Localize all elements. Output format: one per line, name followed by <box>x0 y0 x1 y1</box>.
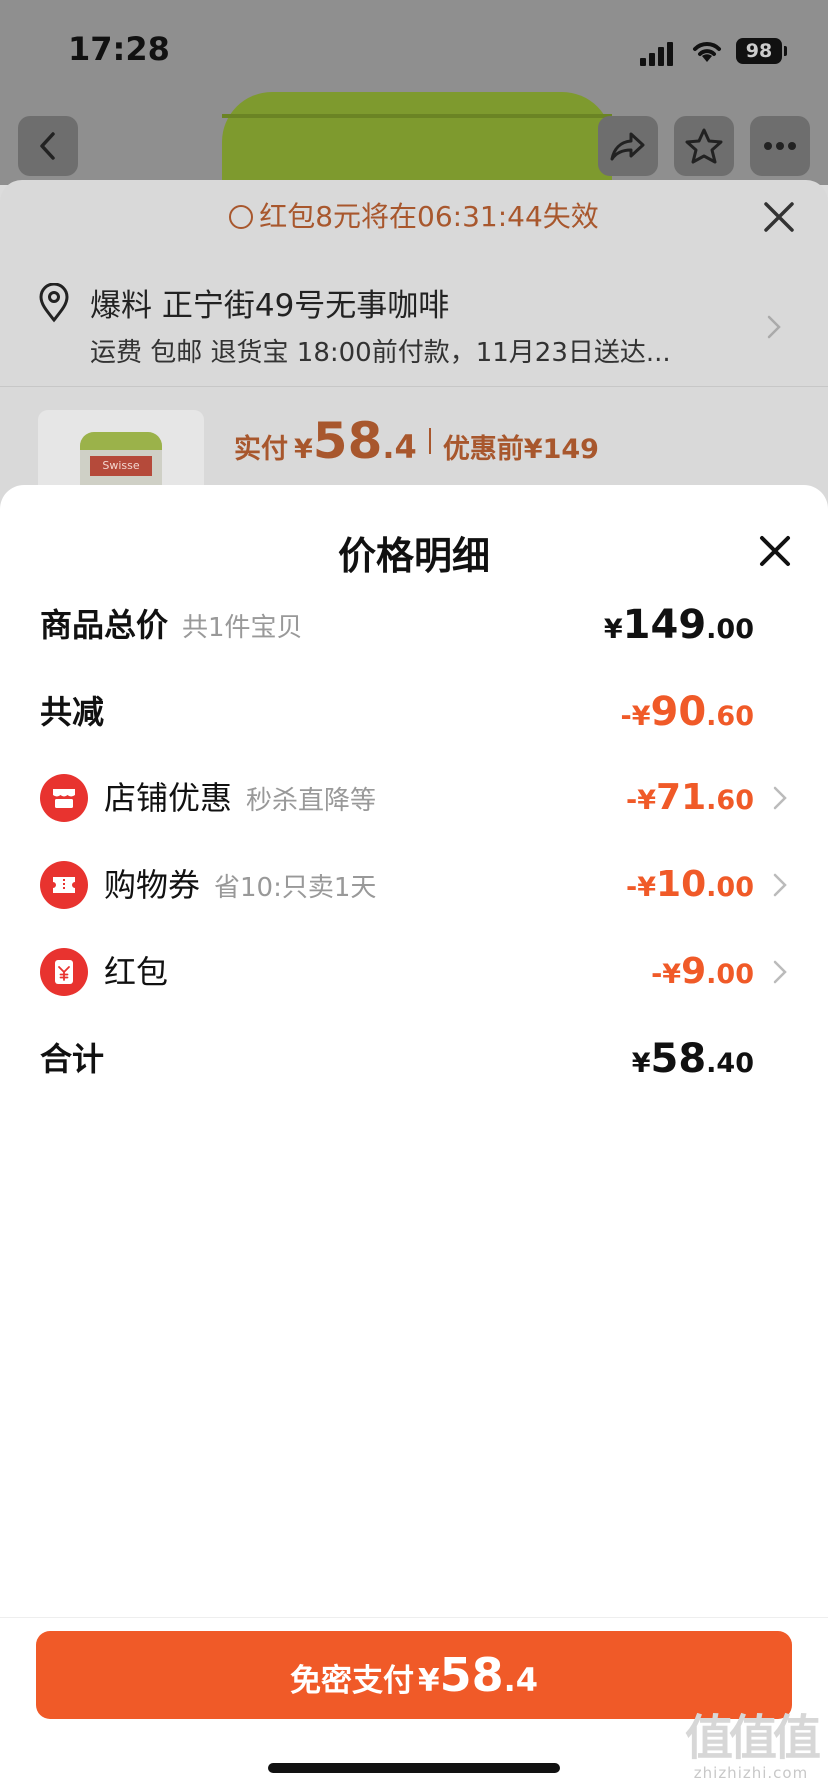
product-brand-label: Swisse <box>90 456 152 476</box>
share-button[interactable] <box>598 116 658 176</box>
more-button[interactable] <box>750 116 810 176</box>
amount-yen: -¥ <box>620 701 651 732</box>
red-packet-icon <box>40 948 88 996</box>
amount-yen: ¥ <box>603 614 623 645</box>
total-reduction-row: 共减 -¥90.60 <box>0 677 828 747</box>
pay-button-label: 免密支付 <box>289 1663 414 1699</box>
wifi-icon <box>693 42 721 62</box>
coupon-label: 购物券 <box>104 866 201 904</box>
amount-dec: .60 <box>706 785 754 816</box>
chevron-right-icon <box>773 786 787 810</box>
delivery-address[interactable]: 爆料 正宁街49号无事咖啡 <box>90 280 449 325</box>
coupon-row[interactable]: 购物券 省10:只卖1天 -¥10.00 <box>0 850 828 920</box>
price-int: 58 <box>312 412 383 470</box>
amount-yen: -¥ <box>626 785 657 816</box>
goods-count: 共1件宝贝 <box>182 613 303 643</box>
amount-dec: .00 <box>706 614 754 645</box>
red-packet-label: 红包 <box>104 953 169 991</box>
close-icon[interactable] <box>757 533 793 569</box>
coupon-sub: 省10:只卖1天 <box>214 873 377 903</box>
more-dots-icon <box>764 142 796 150</box>
actual-price: 实付 ¥58.4 优惠前¥149 <box>234 412 599 470</box>
shop-discount-label-wrap: 店铺优惠 秒杀直降等 <box>104 763 376 833</box>
amount-int: 149 <box>622 602 707 648</box>
amount-yen: -¥ <box>651 959 682 990</box>
coupon-icon <box>40 861 88 909</box>
grand-total-amount: ¥58.40 <box>632 1024 754 1094</box>
shipping-info: 运费 包邮 退货宝 18:00前付款，11月23日送达... <box>90 338 671 368</box>
grand-total-label: 合计 <box>40 1040 105 1078</box>
watermark: 值值值 zhizhizhi.com <box>678 1712 824 1782</box>
status-bar: 17:28 98 <box>0 0 828 100</box>
status-time: 17:28 <box>68 30 170 68</box>
amount-int: 10 <box>656 864 707 905</box>
amount-dec: .00 <box>706 959 754 990</box>
chevron-right-icon <box>773 960 787 984</box>
shop-discount-sub: 秒杀直降等 <box>246 786 377 816</box>
background-order-page: 17:28 98 红包8元将在06:31:44失效 爆料 正宁街49号无事咖啡 … <box>0 0 828 520</box>
actual-price-label: 实付 <box>234 434 288 465</box>
shop-discount-label: 店铺优惠 <box>104 779 233 817</box>
chevron-left-icon <box>40 132 55 160</box>
share-icon <box>610 132 645 161</box>
coupon-amount: -¥10.00 <box>626 850 754 920</box>
watermark-logo: 值值值 <box>684 1710 821 1766</box>
password-free-pay-button[interactable]: 免密支付 ¥58.4 <box>36 1631 792 1719</box>
chevron-right-icon <box>767 315 781 339</box>
red-packet-label-wrap: 红包 <box>104 937 182 1007</box>
amount-yen: ¥ <box>631 1048 651 1079</box>
price-dec: .4 <box>382 428 417 466</box>
timer-text: 红包8元将在06:31:44失效 <box>259 200 599 233</box>
shop-discount-row[interactable]: 店铺优惠 秒杀直降等 -¥71.60 <box>0 763 828 833</box>
grand-total-row: 合计 ¥58.40 <box>0 1024 828 1094</box>
amount-dec: .60 <box>706 701 754 732</box>
star-icon <box>685 128 723 164</box>
shop-icon <box>40 774 88 822</box>
price-yen: ¥ <box>294 434 313 465</box>
battery-icon: 98 <box>736 38 787 64</box>
bottle-cap-image <box>80 432 162 450</box>
shop-discount-amount: -¥71.60 <box>626 763 754 833</box>
pay-dec: .4 <box>503 1661 538 1699</box>
sheet-title: 价格明细 <box>337 534 490 578</box>
red-packet-timer: 红包8元将在06:31:44失效 <box>0 195 828 235</box>
goods-total-amount: ¥149.00 <box>604 590 754 660</box>
close-icon[interactable] <box>760 198 798 236</box>
price-detail-sheet: 价格明细 商品总价 共1件宝贝 ¥149.00 共减 -¥90.60 店铺优惠 秒杀… <box>0 485 828 1792</box>
goods-total-row: 商品总价 共1件宝贝 ¥149.00 <box>0 590 828 660</box>
cellular-signal-icon <box>640 40 674 66</box>
goods-total-label-wrap: 商品总价 共1件宝贝 <box>40 590 303 660</box>
back-button[interactable] <box>18 116 78 176</box>
coupon-label-wrap: 购物券 省10:只卖1天 <box>104 850 376 920</box>
amount-dec: .00 <box>706 872 754 903</box>
chevron-right-icon <box>773 873 787 897</box>
goods-total-label: 商品总价 <box>40 606 169 644</box>
red-packet-row[interactable]: 红包 -¥9.00 <box>0 937 828 1007</box>
amount-int: 90 <box>650 689 707 735</box>
amount-yen: -¥ <box>626 872 657 903</box>
price-separator <box>428 428 431 454</box>
bottom-bar-divider <box>0 1617 828 1618</box>
price-before-discount: 优惠前¥149 <box>442 434 599 465</box>
home-indicator <box>268 1763 560 1773</box>
clock-icon <box>229 205 254 229</box>
pay-yen: ¥ <box>417 1663 440 1699</box>
amount-int: 71 <box>656 777 707 818</box>
favorite-button[interactable] <box>674 116 734 176</box>
amount-dec: .40 <box>706 1048 754 1079</box>
pay-int: 58 <box>439 1648 504 1702</box>
divider <box>0 386 828 387</box>
red-packet-amount: -¥9.00 <box>651 937 754 1007</box>
location-pin-icon <box>39 283 69 323</box>
amount-int: 58 <box>650 1036 707 1082</box>
watermark-url: zhizhizhi.com <box>693 1764 809 1782</box>
total-reduction-amount: -¥90.60 <box>620 677 754 747</box>
total-reduction-label: 共减 <box>40 693 105 731</box>
amount-int: 9 <box>681 951 707 992</box>
